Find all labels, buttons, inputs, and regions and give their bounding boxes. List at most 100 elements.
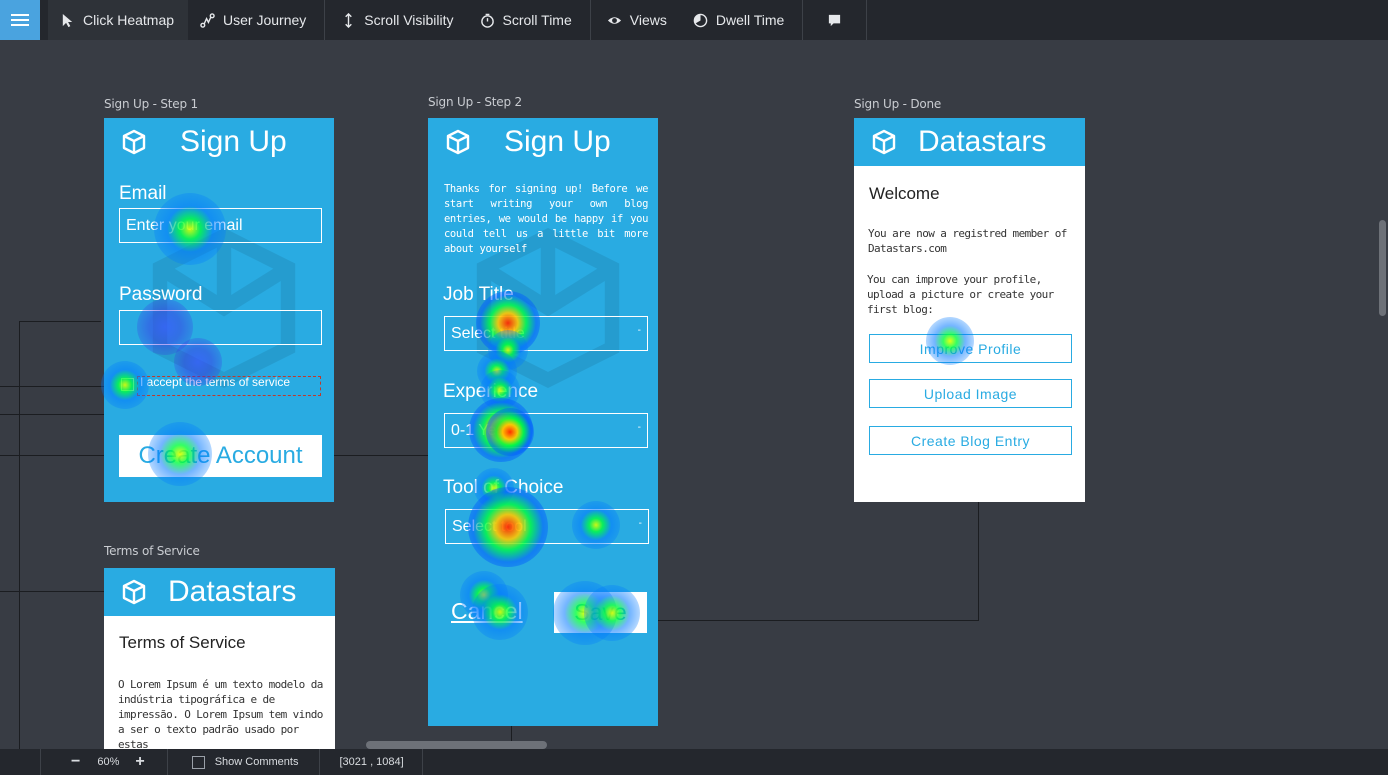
create-blog-button[interactable]: Create Blog Entry — [869, 426, 1072, 455]
save-button[interactable]: Save — [554, 592, 647, 633]
tab-scroll-time[interactable]: Scroll Time — [468, 0, 586, 40]
screen-caption-done: Sign Up - Done — [854, 97, 942, 111]
eye-icon — [607, 16, 621, 24]
connector-line — [978, 502, 979, 621]
terms-label[interactable]: I accept the terms of service — [137, 376, 321, 396]
connector-line — [322, 455, 428, 456]
terms-heading: Terms of Service — [119, 633, 246, 652]
tab-scroll-time-label: Scroll Time — [502, 12, 572, 28]
screen-caption-step2: Sign Up - Step 2 — [428, 95, 522, 109]
connector-line — [0, 591, 104, 592]
screen-header: Sign Up — [104, 118, 334, 166]
zoom-out-button[interactable]: − — [71, 753, 80, 771]
screen-signup-step2[interactable]: Sign Up Thanks for signing up! Before we… — [428, 118, 658, 726]
zoom-in-label: + — [135, 753, 145, 770]
dropdown-caret-icon: - — [637, 325, 641, 336]
password-field[interactable] — [119, 310, 322, 345]
connector-line — [19, 321, 101, 322]
dwell-icon — [693, 13, 708, 27]
tab-scroll-visibility[interactable]: Scroll Visibility — [329, 0, 467, 40]
hamburger-menu-button[interactable] — [0, 0, 40, 40]
vertical-scrollbar[interactable] — [1379, 220, 1386, 316]
terms-checkbox[interactable] — [121, 378, 134, 391]
terms-text: I accept the terms of service — [140, 375, 291, 389]
job-title-value: Select title — [451, 324, 525, 342]
screen-header: Datastars — [854, 118, 1085, 166]
create-blog-label: Create Blog Entry — [911, 432, 1030, 449]
show-comments-label: Show Comments — [214, 756, 299, 768]
welcome-heading: Welcome — [869, 184, 940, 203]
screen-header: Sign Up — [428, 118, 658, 166]
zoom-out-label: − — [71, 753, 81, 770]
email-placeholder: Enter your email — [126, 216, 243, 234]
tab-user-journey-label: User Journey — [223, 12, 307, 28]
tab-user-journey[interactable]: User Journey — [188, 0, 320, 40]
member-text: You are now a registred member of Datast… — [868, 227, 1067, 255]
experience-label: Experience — [443, 381, 539, 402]
connector-line — [0, 455, 104, 456]
screen-caption-step1: Sign Up - Step 1 — [104, 97, 198, 111]
create-account-label: Create Account — [138, 442, 303, 469]
tab-click-heatmap-label: Click Heatmap — [83, 12, 175, 28]
tab-views-label: Views — [629, 12, 667, 28]
tool-label: Tool of Choice — [443, 477, 564, 498]
job-title-select[interactable]: Select title - — [444, 316, 648, 351]
connector-line — [0, 414, 104, 415]
dropdown-caret-icon: - — [637, 422, 641, 433]
tool-select[interactable]: Select tool - — [445, 509, 649, 544]
cube-logo-icon — [122, 579, 146, 605]
show-comments-checkbox[interactable] — [191, 755, 205, 769]
tab-scroll-visibility-label: Scroll Visibility — [364, 12, 454, 28]
stopwatch-icon — [480, 13, 494, 28]
zoom-level: 60% — [97, 756, 120, 768]
dropdown-caret-icon: - — [638, 518, 642, 529]
screen-signup-step1[interactable]: Sign Up Email Enter your email Password … — [104, 118, 334, 502]
intro-text: Thanks for signing up! Before we start w… — [444, 183, 648, 255]
improve-profile-label: Improve Profile — [919, 340, 1022, 357]
tab-click-heatmap[interactable]: Click Heatmap — [48, 0, 189, 40]
screen-caption-terms: Terms of Service — [104, 544, 200, 558]
cursor-coordinates: [3021 , 1084] — [339, 756, 404, 768]
horizontal-scrollbar[interactable] — [366, 741, 547, 749]
show-comments-toggle[interactable]: Show Comments — [191, 755, 299, 769]
watermark-logo — [152, 228, 296, 388]
screen-terms-of-service[interactable]: Datastars Terms of Service O Lorem Ipsum… — [104, 568, 335, 749]
job-title-label: Job Title — [443, 284, 514, 305]
tab-views[interactable]: Views — [595, 0, 681, 40]
scroll-icon — [345, 12, 353, 28]
cube-logo-icon — [446, 129, 470, 155]
save-label: Save — [574, 599, 627, 625]
email-field[interactable]: Enter your email — [119, 208, 322, 243]
cube-logo-icon — [872, 129, 896, 155]
journey-canvas[interactable]: Sign Up - Step 1 Sign Up Email Enter you… — [0, 40, 1388, 749]
upload-image-button[interactable]: Upload Image — [869, 379, 1072, 408]
password-label: Password — [119, 284, 203, 305]
experience-select[interactable]: 0-1 Years - — [444, 413, 648, 448]
improve-profile-button[interactable]: Improve Profile — [869, 334, 1072, 363]
experience-value: 0-1 Years — [451, 421, 519, 439]
connector-line — [647, 620, 979, 621]
zoom-in-button[interactable]: + — [135, 753, 144, 771]
comments-button[interactable] — [807, 0, 862, 40]
tool-value: Select tool — [452, 517, 527, 535]
screen-title: Datastars — [168, 575, 297, 608]
comment-icon — [829, 14, 841, 26]
screen-title: Sign Up — [504, 125, 611, 158]
top-toolbar: Click Heatmap User Journey Scroll Visibi… — [0, 0, 1388, 40]
create-account-button[interactable]: Create Account — [119, 435, 322, 477]
screen-title: Sign Up — [180, 125, 287, 158]
cancel-link[interactable]: Cancel — [451, 598, 523, 625]
status-bar: − 60% + Show Comments [3021 , 1084] — [0, 749, 1388, 775]
screen-signup-done[interactable]: Datastars Welcome You are now a registre… — [854, 118, 1085, 502]
tab-dwell-time-label: Dwell Time — [715, 12, 785, 28]
upload-image-label: Upload Image — [923, 385, 1018, 402]
journey-icon — [200, 12, 215, 28]
improve-text: You can improve your profile, upload a p… — [867, 273, 1054, 316]
terms-body: O Lorem Ipsum é um texto modelo da indús… — [118, 678, 323, 749]
tab-dwell-time[interactable]: Dwell Time — [681, 0, 798, 40]
connector-line — [0, 386, 104, 387]
screen-title: Datastars — [918, 125, 1047, 158]
screen-header: Datastars — [104, 568, 335, 616]
cube-logo-icon — [122, 129, 146, 155]
email-label: Email — [119, 183, 167, 204]
